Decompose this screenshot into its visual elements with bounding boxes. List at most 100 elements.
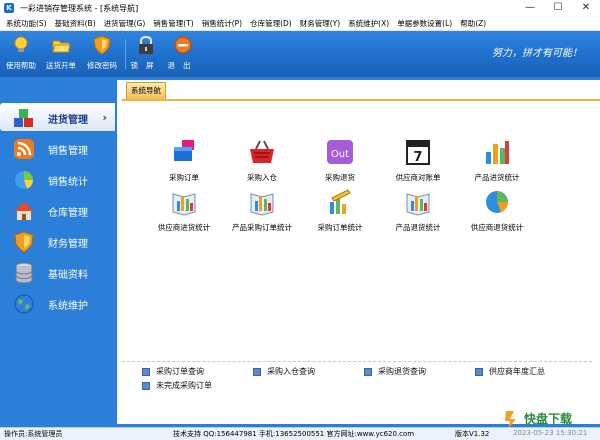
- menu-finance[interactable]: 财务管理(Y): [300, 18, 340, 29]
- status-bar: 操作员:系统管理员 技术支持 QQ:156447981 手机:136525005…: [0, 427, 600, 440]
- pie-chart-icon: [15, 171, 34, 189]
- sidebar-item-label: 系统维护: [48, 301, 88, 312]
- sidebar-item-warehouse[interactable]: 仓库管理: [0, 196, 115, 224]
- book-chart-icon: [406, 193, 430, 216]
- menu-help[interactable]: 帮助(Z): [460, 18, 486, 29]
- shield-icon: [93, 35, 111, 55]
- menu-sales[interactable]: 销售管理(T): [153, 18, 193, 29]
- slogan: 努力，拼才有可能！: [492, 48, 582, 59]
- status-version: 版本V1.32: [455, 430, 490, 438]
- nav-purchase-inbound[interactable]: 采购入仓: [222, 138, 302, 183]
- sidebar-item-label: 基础资料: [48, 270, 88, 281]
- link-bullet-icon: [142, 381, 150, 390]
- link-open-purchase-orders[interactable]: 未完成采购订单: [142, 380, 212, 391]
- sidebar-item-label: 销售管理: [48, 146, 88, 157]
- nav-product-order-stats[interactable]: 产品采购订单统计: [222, 188, 302, 233]
- nav-label: 供应商进货统计: [157, 223, 211, 232]
- globe-icon: [14, 294, 34, 314]
- help-button[interactable]: 使用帮助: [1, 35, 41, 71]
- menu-maintenance[interactable]: 系统维护(X): [348, 18, 389, 29]
- menu-basic-data[interactable]: 基础资料(B): [55, 18, 96, 29]
- chevron-right-icon: ›: [102, 111, 107, 124]
- nav-label: 产品采购订单统计: [232, 223, 292, 232]
- menu-system[interactable]: 系统功能(S): [6, 18, 47, 29]
- nav-supplier-return-stats[interactable]: 供应商退货统计: [457, 188, 537, 233]
- sidebar-item-label: 销售统计: [48, 177, 88, 188]
- password-button[interactable]: 修改密码: [82, 35, 122, 71]
- sidebar-item-purchase[interactable]: 进货管理 ›: [0, 103, 115, 131]
- nav-label: 采购订单统计: [317, 223, 363, 232]
- out-icon-text: Out: [331, 149, 349, 160]
- menu-warehouse[interactable]: 仓库管理(D): [250, 18, 292, 29]
- link-label: 采购订单查询: [156, 367, 204, 376]
- sidebar-item-label: 仓库管理: [48, 208, 88, 219]
- sidebar-item-sales-stats[interactable]: 销售统计: [0, 165, 115, 193]
- nav-purchase-order[interactable]: 采购订单: [144, 138, 224, 183]
- sidebar-item-label: 财务管理: [48, 239, 88, 250]
- book-chart-icon: [172, 193, 196, 216]
- sidebar-item-basic-data[interactable]: 基础资料: [0, 258, 115, 286]
- minimize-button[interactable]: —: [516, 0, 544, 16]
- delivery-button[interactable]: 送货开单: [41, 35, 81, 71]
- menu-purchase[interactable]: 进货管理(G): [104, 18, 146, 29]
- pencil-chart-icon: [330, 189, 351, 214]
- window-title: 一彩进销存管理系统 - [系统导航]: [20, 3, 139, 13]
- link-label: 采购入仓查询: [267, 367, 315, 376]
- calendar-icon: 7: [406, 140, 430, 165]
- nav-label: 供应商退货统计: [470, 223, 524, 232]
- quick-links-divider: [122, 361, 592, 362]
- nav-purchase-return[interactable]: Out 采购退货: [300, 138, 380, 183]
- pie-chart-icon: [486, 191, 509, 213]
- folder-icon: [52, 40, 71, 53]
- basket-icon: [250, 140, 274, 163]
- menu-sales-stats[interactable]: 销售统计(P): [202, 18, 242, 29]
- nav-label: 采购退货: [325, 173, 355, 182]
- link-bullet-icon: [364, 367, 372, 376]
- tab-underline: [122, 99, 600, 101]
- lock-icon: [139, 35, 153, 54]
- nav-label: 采购入仓: [247, 173, 277, 182]
- out-icon: Out: [327, 140, 353, 164]
- blocks-icon: [14, 109, 33, 127]
- exit-button[interactable]: 退出: [163, 35, 203, 71]
- menu-doc-settings[interactable]: 单据参数设置(L): [397, 18, 452, 29]
- link-return-query[interactable]: 采购退货查询: [364, 366, 426, 377]
- exit-label: 退出: [167, 61, 199, 70]
- bar-chart-icon: [486, 141, 509, 164]
- nav-label: 产品进货统计: [474, 173, 520, 182]
- shield-icon: [14, 231, 34, 253]
- nav-label: 产品退货统计: [395, 223, 441, 232]
- link-bullet-icon: [142, 367, 150, 376]
- lock-button[interactable]: 锁屏: [126, 35, 166, 71]
- link-supplier-annual-summary[interactable]: 供应商年度汇总: [475, 366, 545, 377]
- nav-product-purchase-stats[interactable]: 产品进货统计: [457, 138, 537, 183]
- database-icon: [15, 262, 33, 284]
- sidebar-item-finance[interactable]: 财务管理: [0, 227, 115, 255]
- title-bar: K 一彩进销存管理系统 - [系统导航] — ☐ ✕: [0, 0, 600, 16]
- link-inbound-query[interactable]: 采购入仓查询: [253, 366, 315, 377]
- sidebar-item-maintenance[interactable]: 系统维护: [0, 289, 115, 317]
- rss-icon: [14, 139, 34, 159]
- nav-supplier-statement[interactable]: 7 供应商对账单: [378, 138, 458, 183]
- status-operator: 操作员:系统管理员: [4, 430, 63, 438]
- close-button[interactable]: ✕: [572, 0, 600, 16]
- link-label: 未完成采购订单: [156, 381, 212, 390]
- link-label: 供应商年度汇总: [489, 367, 545, 376]
- sidebar: 进货管理 › 销售管理 销售统计 仓库管理 财务管理 基础资料 系统维护: [0, 100, 115, 320]
- calendar-icon-text: 7: [413, 150, 422, 165]
- book-chart-icon: [250, 193, 274, 216]
- status-datetime: 2023-05-23 15:30:21: [513, 429, 588, 437]
- maximize-button[interactable]: ☐: [544, 0, 572, 16]
- nav-purchase-order-stats[interactable]: 采购订单统计: [300, 188, 380, 233]
- nav-supplier-purchase-stats[interactable]: 供应商进货统计: [144, 188, 224, 233]
- nav-product-return-stats[interactable]: 产品退货统计: [378, 188, 458, 233]
- app-icon: K: [4, 3, 14, 13]
- watermark-text: 快盘下载: [524, 411, 572, 426]
- tab-system-nav[interactable]: 系统导航: [126, 82, 166, 100]
- lock-label: 锁屏: [130, 61, 162, 70]
- link-bullet-icon: [253, 367, 261, 376]
- delivery-label: 送货开单: [46, 61, 76, 70]
- link-label: 采购退货查询: [378, 367, 426, 376]
- link-purchase-order-query[interactable]: 采购订单查询: [142, 366, 204, 377]
- sidebar-item-sales[interactable]: 销售管理: [0, 134, 115, 162]
